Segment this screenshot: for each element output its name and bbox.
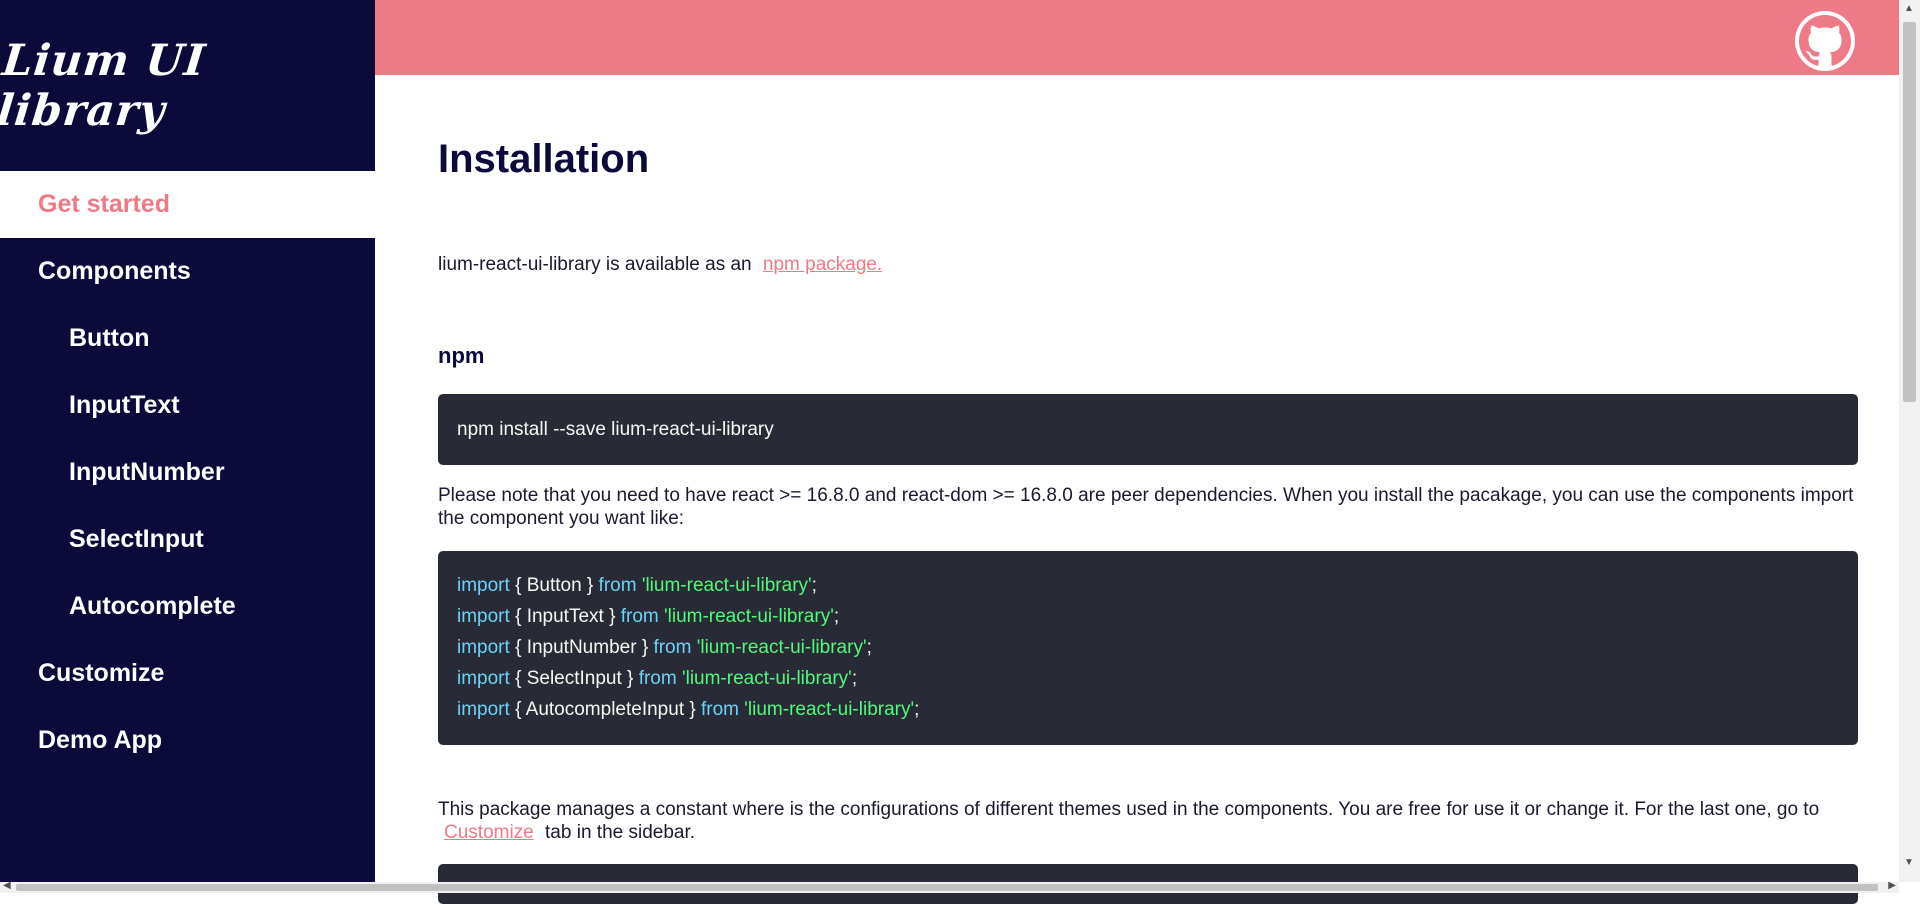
code-body: { InputText } <box>515 606 616 627</box>
code-end: ; <box>866 637 872 658</box>
npm-heading: npm <box>438 343 485 368</box>
page-title: Installation <box>438 137 650 181</box>
code-keyword: import <box>457 606 510 627</box>
peer-note: Please note that you need to have react … <box>438 485 1854 529</box>
sidebar-item-customize[interactable]: Customize <box>0 640 375 707</box>
code-keyword: import <box>457 668 510 689</box>
sidebar-item-get-started[interactable]: Get started <box>0 171 375 238</box>
code-string: 'lium-react-ui-library' <box>744 699 915 720</box>
imports-code-block: import { Button } from 'lium-react-ui-li… <box>438 551 1858 745</box>
scroll-left-icon[interactable]: ◀ <box>3 880 11 891</box>
sidebar-item-button[interactable]: Button <box>0 305 375 372</box>
scroll-up-icon[interactable]: ▲ <box>1904 3 1914 14</box>
code-keyword: from <box>638 668 677 689</box>
vertical-scroll-thumb[interactable] <box>1903 22 1916 402</box>
code-keyword: from <box>620 606 659 627</box>
customize-link[interactable]: Customize <box>444 822 534 843</box>
sidebar: Lium UI library Get started Components B… <box>0 0 375 882</box>
github-icon[interactable] <box>1795 11 1855 71</box>
code-end: ; <box>851 668 858 689</box>
code-string: 'lium-react-ui-library' <box>681 668 852 689</box>
theme-text: This package manages a constant where is… <box>438 799 1820 820</box>
code-end: ; <box>833 606 840 627</box>
sidebar-item-autocomplete[interactable]: Autocomplete <box>0 573 375 640</box>
sidebar-item-inputnumber[interactable]: InputNumber <box>0 439 375 506</box>
sidebar-item-demo-app[interactable]: Demo App <box>0 707 375 774</box>
code-keyword: import <box>457 637 510 658</box>
theme-paragraph: This package manages a constant where is… <box>438 798 1858 844</box>
code-string: 'lium-react-ui-library' <box>664 606 834 627</box>
horizontal-scroll-thumb[interactable] <box>16 884 1878 891</box>
code-body: { AutocompleteInput } <box>515 699 696 720</box>
horizontal-scrollbar[interactable]: ◀ ▶ <box>0 880 1899 893</box>
code-string: 'lium-react-ui-library' <box>641 575 812 596</box>
code-keyword: import <box>457 699 510 720</box>
code-keyword: from <box>598 575 637 596</box>
code-keyword: from <box>653 637 692 658</box>
code-line: import { InputText } from 'lium-react-ui… <box>457 601 1858 632</box>
intro-text: lium-react-ui-library is available as an <box>438 254 752 275</box>
code-line: import { SelectInput } from 'lium-react-… <box>457 663 1858 694</box>
code-string: 'lium-react-ui-library' <box>696 637 867 658</box>
npm-package-link[interactable]: npm package. <box>763 254 882 275</box>
scroll-right-icon[interactable]: ▶ <box>1888 880 1896 891</box>
intro-paragraph: lium-react-ui-library is available as an… <box>438 253 1858 276</box>
code-end: ; <box>914 699 920 720</box>
code-line: import { AutocompleteInput } from 'lium-… <box>457 694 1858 725</box>
code-line: import { InputNumber } from 'lium-react-… <box>457 632 1858 663</box>
theme-text-end: tab in the sidebar. <box>545 822 696 843</box>
sidebar-item-selectinput[interactable]: SelectInput <box>0 506 375 573</box>
code-line: import { Button } from 'lium-react-ui-li… <box>457 570 1858 601</box>
scroll-down-icon[interactable]: ▼ <box>1904 857 1914 868</box>
code-body: { SelectInput } <box>515 668 634 689</box>
code-body: { Button } <box>515 575 594 596</box>
vertical-scrollbar[interactable]: ▲ ▼ <box>1899 0 1920 882</box>
top-bar <box>375 0 1899 75</box>
code-body: { InputNumber } <box>515 637 649 658</box>
sidebar-item-inputtext[interactable]: InputText <box>0 372 375 439</box>
install-code-block: npm install --save lium-react-ui-library <box>438 394 1858 465</box>
code-end: ; <box>811 575 817 596</box>
sidebar-item-components[interactable]: Components <box>0 238 375 305</box>
code-keyword: import <box>457 575 510 596</box>
code-keyword: from <box>701 699 739 720</box>
install-command: npm install --save lium-react-ui-library <box>457 418 774 440</box>
logo[interactable]: Lium UI library <box>0 0 384 171</box>
